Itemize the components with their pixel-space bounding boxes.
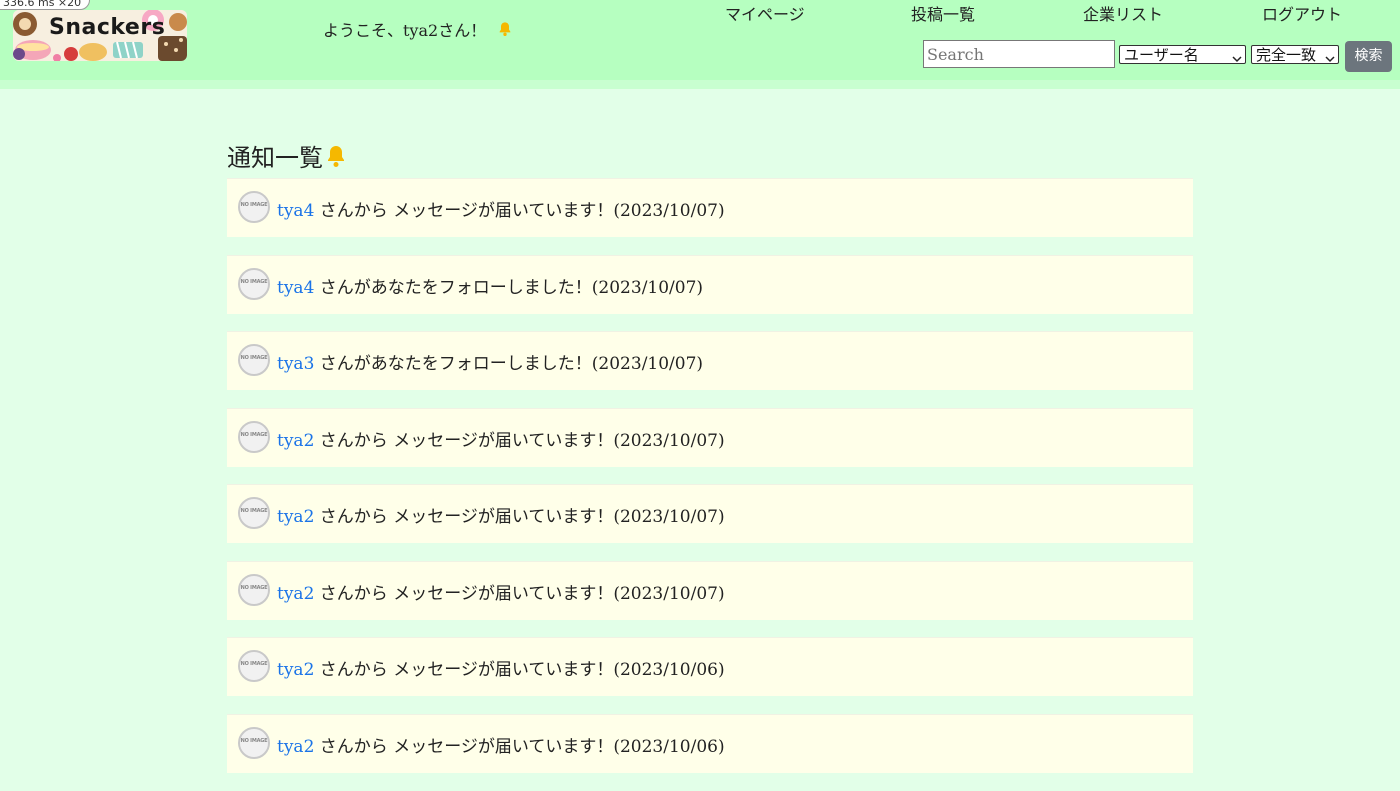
notification-list: NO IMAGE tya4 さんから メッセージが届いています！(2023/10… <box>227 178 1193 790</box>
notification-message: さんから メッセージが届いています！(2023/10/06) <box>319 660 725 680</box>
welcome-message: ようこそ、tya2さん！ <box>323 17 513 41</box>
avatar-placeholder-text: NO IMAGE <box>240 202 268 208</box>
bell-icon <box>497 21 513 41</box>
notification-text: tya2 さんから メッセージが届いています！(2023/10/07) <box>277 426 725 451</box>
notification-item: NO IMAGE tya4 さんがあなたをフォローしました！(2023/10/0… <box>227 254 1193 314</box>
notification-item: NO IMAGE tya2 さんから メッセージが届いています！(2023/10… <box>227 637 1193 696</box>
search-match-select[interactable]: 完全一致 <box>1251 45 1339 64</box>
nav-logout[interactable]: ログアウト <box>1262 1 1342 25</box>
search-field-select[interactable]: ユーザー名 <box>1119 45 1246 64</box>
search-field-select-value: ユーザー名 <box>1124 46 1199 64</box>
snackers-logo[interactable]: Snackers <box>13 10 187 61</box>
notification-user-link[interactable]: tya2 <box>277 584 314 604</box>
notification-user-link[interactable]: tya2 <box>277 431 314 451</box>
notification-user-link[interactable]: tya4 <box>277 201 314 221</box>
notification-user-link[interactable]: tya4 <box>277 278 314 298</box>
notification-item: NO IMAGE tya2 さんから メッセージが届いています！(2023/10… <box>227 484 1193 543</box>
notification-message: さんから メッセージが届いています！(2023/10/07) <box>319 201 725 221</box>
avatar-placeholder-text: NO IMAGE <box>240 278 268 285</box>
avatar[interactable]: NO IMAGE <box>238 267 270 300</box>
notification-message: さんがあなたをフォローしました！(2023/10/07) <box>319 277 704 298</box>
avatar[interactable]: NO IMAGE <box>238 420 270 453</box>
avatar-placeholder-text: NO IMAGE <box>240 737 268 744</box>
page-title-text: 通知一覧 <box>227 144 323 172</box>
notification-user-link[interactable]: tya2 <box>277 507 314 527</box>
notification-text: tya2 さんから メッセージが届いています！(2023/10/07) <box>277 502 725 527</box>
notification-item: NO IMAGE tya4 さんから メッセージが届いています！(2023/10… <box>227 178 1193 237</box>
notification-message: さんから メッセージが届いています！(2023/10/07) <box>319 430 725 451</box>
notification-item: NO IMAGE tya3 さんがあなたをフォローしました！(2023/10/0… <box>227 331 1193 390</box>
avatar[interactable]: NO IMAGE <box>238 497 270 529</box>
timer-badge: 336.6 ms ×20 <box>0 0 91 10</box>
notification-user-link[interactable]: tya2 <box>277 660 314 680</box>
bell-icon <box>324 144 348 174</box>
search-button[interactable]: 検索 <box>1345 41 1392 72</box>
site-header: 336.6 ms ×20 Snackers ようこそ、tya2さん！ マイページ… <box>0 0 1400 80</box>
header-divider <box>0 80 1400 89</box>
avatar-placeholder-text: NO IMAGE <box>240 355 268 361</box>
search-match-select-value: 完全一致 <box>1256 46 1317 64</box>
nav-company-list[interactable]: 企業リスト <box>1083 1 1163 25</box>
notification-text: tya3 さんがあなたをフォローしました！(2023/10/07) <box>277 349 703 374</box>
chevron-down-icon <box>1232 50 1242 68</box>
notification-item: NO IMAGE tya2 さんから メッセージが届いています！(2023/10… <box>227 407 1193 467</box>
avatar-placeholder-text: NO IMAGE <box>240 584 268 591</box>
logo-text: Snackers <box>49 15 166 40</box>
avatar[interactable]: NO IMAGE <box>238 573 270 606</box>
avatar[interactable]: NO IMAGE <box>238 726 270 759</box>
notification-message: さんから メッセージが届いています！(2023/10/07) <box>319 507 725 527</box>
notification-message: さんから メッセージが届いています！(2023/10/07) <box>319 583 725 604</box>
notification-user-link[interactable]: tya2 <box>277 737 314 757</box>
notification-text: tya2 さんから メッセージが届いています！(2023/10/06) <box>277 655 725 680</box>
notification-user-link[interactable]: tya3 <box>277 354 314 374</box>
nav-mypage[interactable]: マイページ <box>725 1 805 25</box>
notification-message: さんがあなたをフォローしました！(2023/10/07) <box>319 354 704 374</box>
avatar-placeholder-text: NO IMAGE <box>240 661 268 667</box>
search-input[interactable] <box>923 40 1115 68</box>
notification-text: tya2 さんから メッセージが届いています！(2023/10/06) <box>277 732 725 757</box>
notification-text: tya4 さんがあなたをフォローしました！(2023/10/07) <box>277 273 703 298</box>
welcome-text: ようこそ、tya2さん！ <box>323 21 487 40</box>
notification-text: tya4 さんから メッセージが届いています！(2023/10/07) <box>277 196 725 221</box>
avatar-placeholder-text: NO IMAGE <box>240 508 268 514</box>
nav-post-list[interactable]: 投稿一覧 <box>911 1 975 25</box>
avatar[interactable]: NO IMAGE <box>238 344 270 376</box>
page-title: 通知一覧 <box>227 138 348 174</box>
notification-text: tya2 さんから メッセージが届いています！(2023/10/07) <box>277 579 725 604</box>
avatar[interactable]: NO IMAGE <box>238 650 270 682</box>
avatar[interactable]: NO IMAGE <box>238 191 270 223</box>
notification-item: NO IMAGE tya2 さんから メッセージが届いています！(2023/10… <box>227 713 1193 773</box>
chevron-down-icon <box>1325 50 1335 68</box>
notification-item: NO IMAGE tya2 さんから メッセージが届いています！(2023/10… <box>227 560 1193 620</box>
avatar-placeholder-text: NO IMAGE <box>240 431 268 438</box>
notification-message: さんから メッセージが届いています！(2023/10/06) <box>319 736 725 757</box>
